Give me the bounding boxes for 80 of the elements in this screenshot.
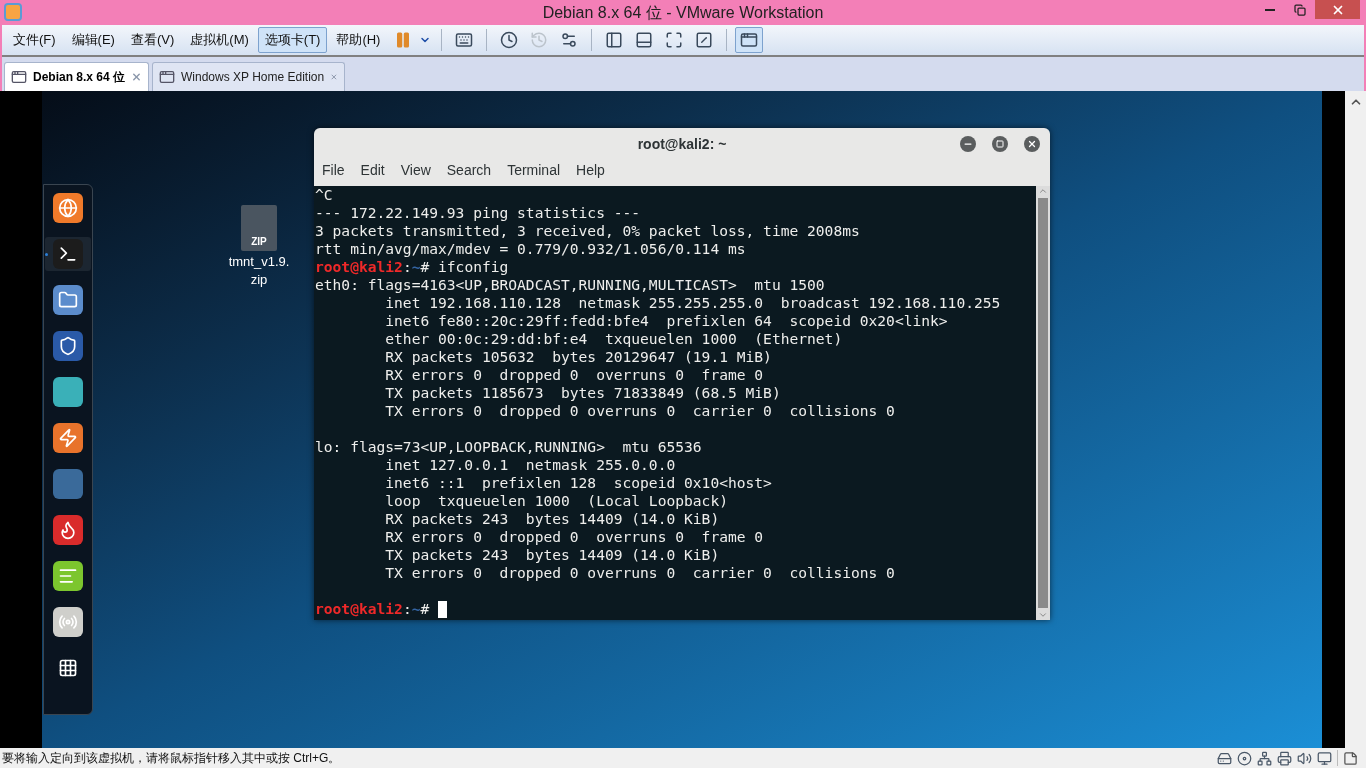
dock-item[interactable] — [45, 237, 91, 271]
menu-item[interactable]: Search — [440, 160, 498, 181]
prompt-separator: : — [402, 258, 412, 276]
prompt-command: # — [420, 600, 431, 618]
browser-icon — [53, 193, 83, 223]
vm-icon — [11, 69, 27, 85]
output-line: lo: flags=73<UP,LOOPBACK,RUNNING> mtu 65536 — [315, 438, 702, 456]
output-line: TX packets 243 bytes 14409 (14.0 KiB) — [384, 546, 720, 564]
minimize-icon — [1265, 8, 1275, 11]
maximize-icon — [996, 140, 1004, 148]
tab-label: Debian 8.x 64 位 — [33, 69, 126, 86]
file-type-label: ZIP — [251, 235, 267, 249]
output-line: ether 00:0c:29:dd:bf:e4 txqueuelen 1000 (Ethernet) — [384, 330, 843, 348]
output-line: inet 192.168.110.128 netmask 255.255.255.0 broadcast 192.168.110.255 — [384, 294, 1001, 312]
terminal-title: root@kali2: ~ — [637, 134, 727, 154]
menu-item[interactable]: Help — [570, 160, 611, 181]
window-icon[interactable] — [735, 27, 764, 53]
printer-icon[interactable] — [1277, 750, 1292, 766]
prompt-separator: : — [402, 600, 412, 618]
output-line: RX packets 105632 bytes 20129647 (19.1 MiB) — [384, 348, 772, 366]
tab-label: Windows XP Home Edition — [181, 69, 325, 86]
output-line: loop txqueuelen 1000 (Local Loopback) — [384, 492, 728, 510]
menu-item[interactable]: 选项卡(T) — [257, 27, 328, 53]
menu-item[interactable]: 虚拟机(M) — [183, 27, 256, 53]
maximize-button[interactable] — [992, 136, 1008, 152]
output-line: RX errors 0 dropped 0 overruns 0 frame 0 — [384, 528, 764, 546]
prompt-command: # ifconfig — [420, 258, 509, 276]
menu-item[interactable]: 文件(F) — [6, 27, 63, 53]
output-line: TX errors 0 dropped 0 overruns 0 carrier 0 collisions 0 — [384, 402, 895, 420]
menu-item[interactable]: 帮助(H) — [329, 27, 388, 53]
vm-tab[interactable]: Windows XP Home Edition — [152, 62, 345, 91]
terminal-icon — [53, 239, 83, 269]
minimize-button[interactable] — [960, 136, 976, 152]
output-line: inet6 ::1 prefixlen 128 scopeid 0x10<host> — [384, 474, 772, 492]
notes-icon — [53, 561, 83, 591]
menu-item[interactable]: File — [316, 160, 351, 181]
tab-close-icon[interactable] — [131, 71, 142, 83]
cd-icon[interactable] — [1237, 750, 1252, 766]
menu-item[interactable]: 编辑(E) — [64, 27, 122, 53]
output-line: RX errors 0 dropped 0 overruns 0 frame 0 — [384, 366, 764, 384]
output-line: inet6 fe80::20c:29ff:fedd:bfe4 prefixlen 64 scopeid 0x20<link> — [384, 312, 948, 330]
display-icon[interactable] — [1317, 750, 1332, 766]
output-line: RX packets 243 bytes 14409 (14.0 KiB) — [384, 510, 720, 528]
scrollbar[interactable] — [1345, 91, 1366, 748]
bolt-icon — [53, 423, 83, 453]
folder-icon — [53, 285, 83, 315]
app-logo-icon — [4, 3, 22, 21]
close-icon — [1027, 139, 1037, 149]
output-line: TX errors 0 dropped 0 overruns 0 carrier 0 collisions 0 — [384, 564, 895, 582]
prompt-user: root@kali2 — [315, 258, 403, 276]
shield-icon — [53, 331, 83, 361]
prompt-user: root@kali2 — [315, 600, 403, 618]
status-text: 要将输入定向到该虚拟机，请将鼠标指针移入其中或按 Ctrl+G。 — [2, 750, 341, 767]
output-line: inet 127.0.0.1 netmask 255.0.0.0 — [384, 456, 676, 474]
menu-item[interactable]: 查看(V) — [123, 27, 182, 53]
output-line: --- 172.22.149.93 ping statistics --- — [315, 204, 641, 222]
output-line: TX packets 1185673 bytes 71833849 (68.5 MiB) — [384, 384, 781, 402]
output-line: eth0: flags=4163<UP,BROADCAST,RUNNING,MULTICAST> mtu 1500 — [315, 276, 825, 294]
app-icon — [53, 469, 83, 499]
flame-icon — [53, 515, 83, 545]
message-icon[interactable] — [1343, 750, 1358, 766]
prompt-path: ~ — [411, 258, 421, 276]
vm-icon — [159, 69, 175, 85]
menu-item[interactable]: Edit — [354, 160, 391, 181]
device-icon — [53, 607, 83, 637]
menu-item[interactable]: View — [394, 160, 437, 181]
output-line: 3 packets transmitted, 3 received, 0% packet loss, time 2008ms — [315, 222, 860, 240]
output-line: rtt min/avg/max/mdev = 0.779/0.932/1.056/0.114 ms — [315, 240, 746, 258]
window-title: Debian 8.x 64 位 - VMware Workstation — [542, 2, 824, 23]
restore-icon — [1294, 3, 1306, 16]
network-icon[interactable] — [1257, 750, 1272, 766]
prompt-path: ~ — [411, 600, 421, 618]
close-button[interactable] — [1024, 136, 1040, 152]
app-icon — [53, 377, 83, 407]
menu-item[interactable]: Terminal — [501, 160, 567, 181]
close-button[interactable] — [1315, 0, 1360, 19]
file-name[interactable]: tmnt_v1.9. zip — [228, 253, 290, 289]
sound-icon[interactable] — [1297, 750, 1312, 766]
vm-tab[interactable]: Debian 8.x 64 位 — [4, 62, 149, 91]
output-line: ^C — [315, 186, 333, 204]
